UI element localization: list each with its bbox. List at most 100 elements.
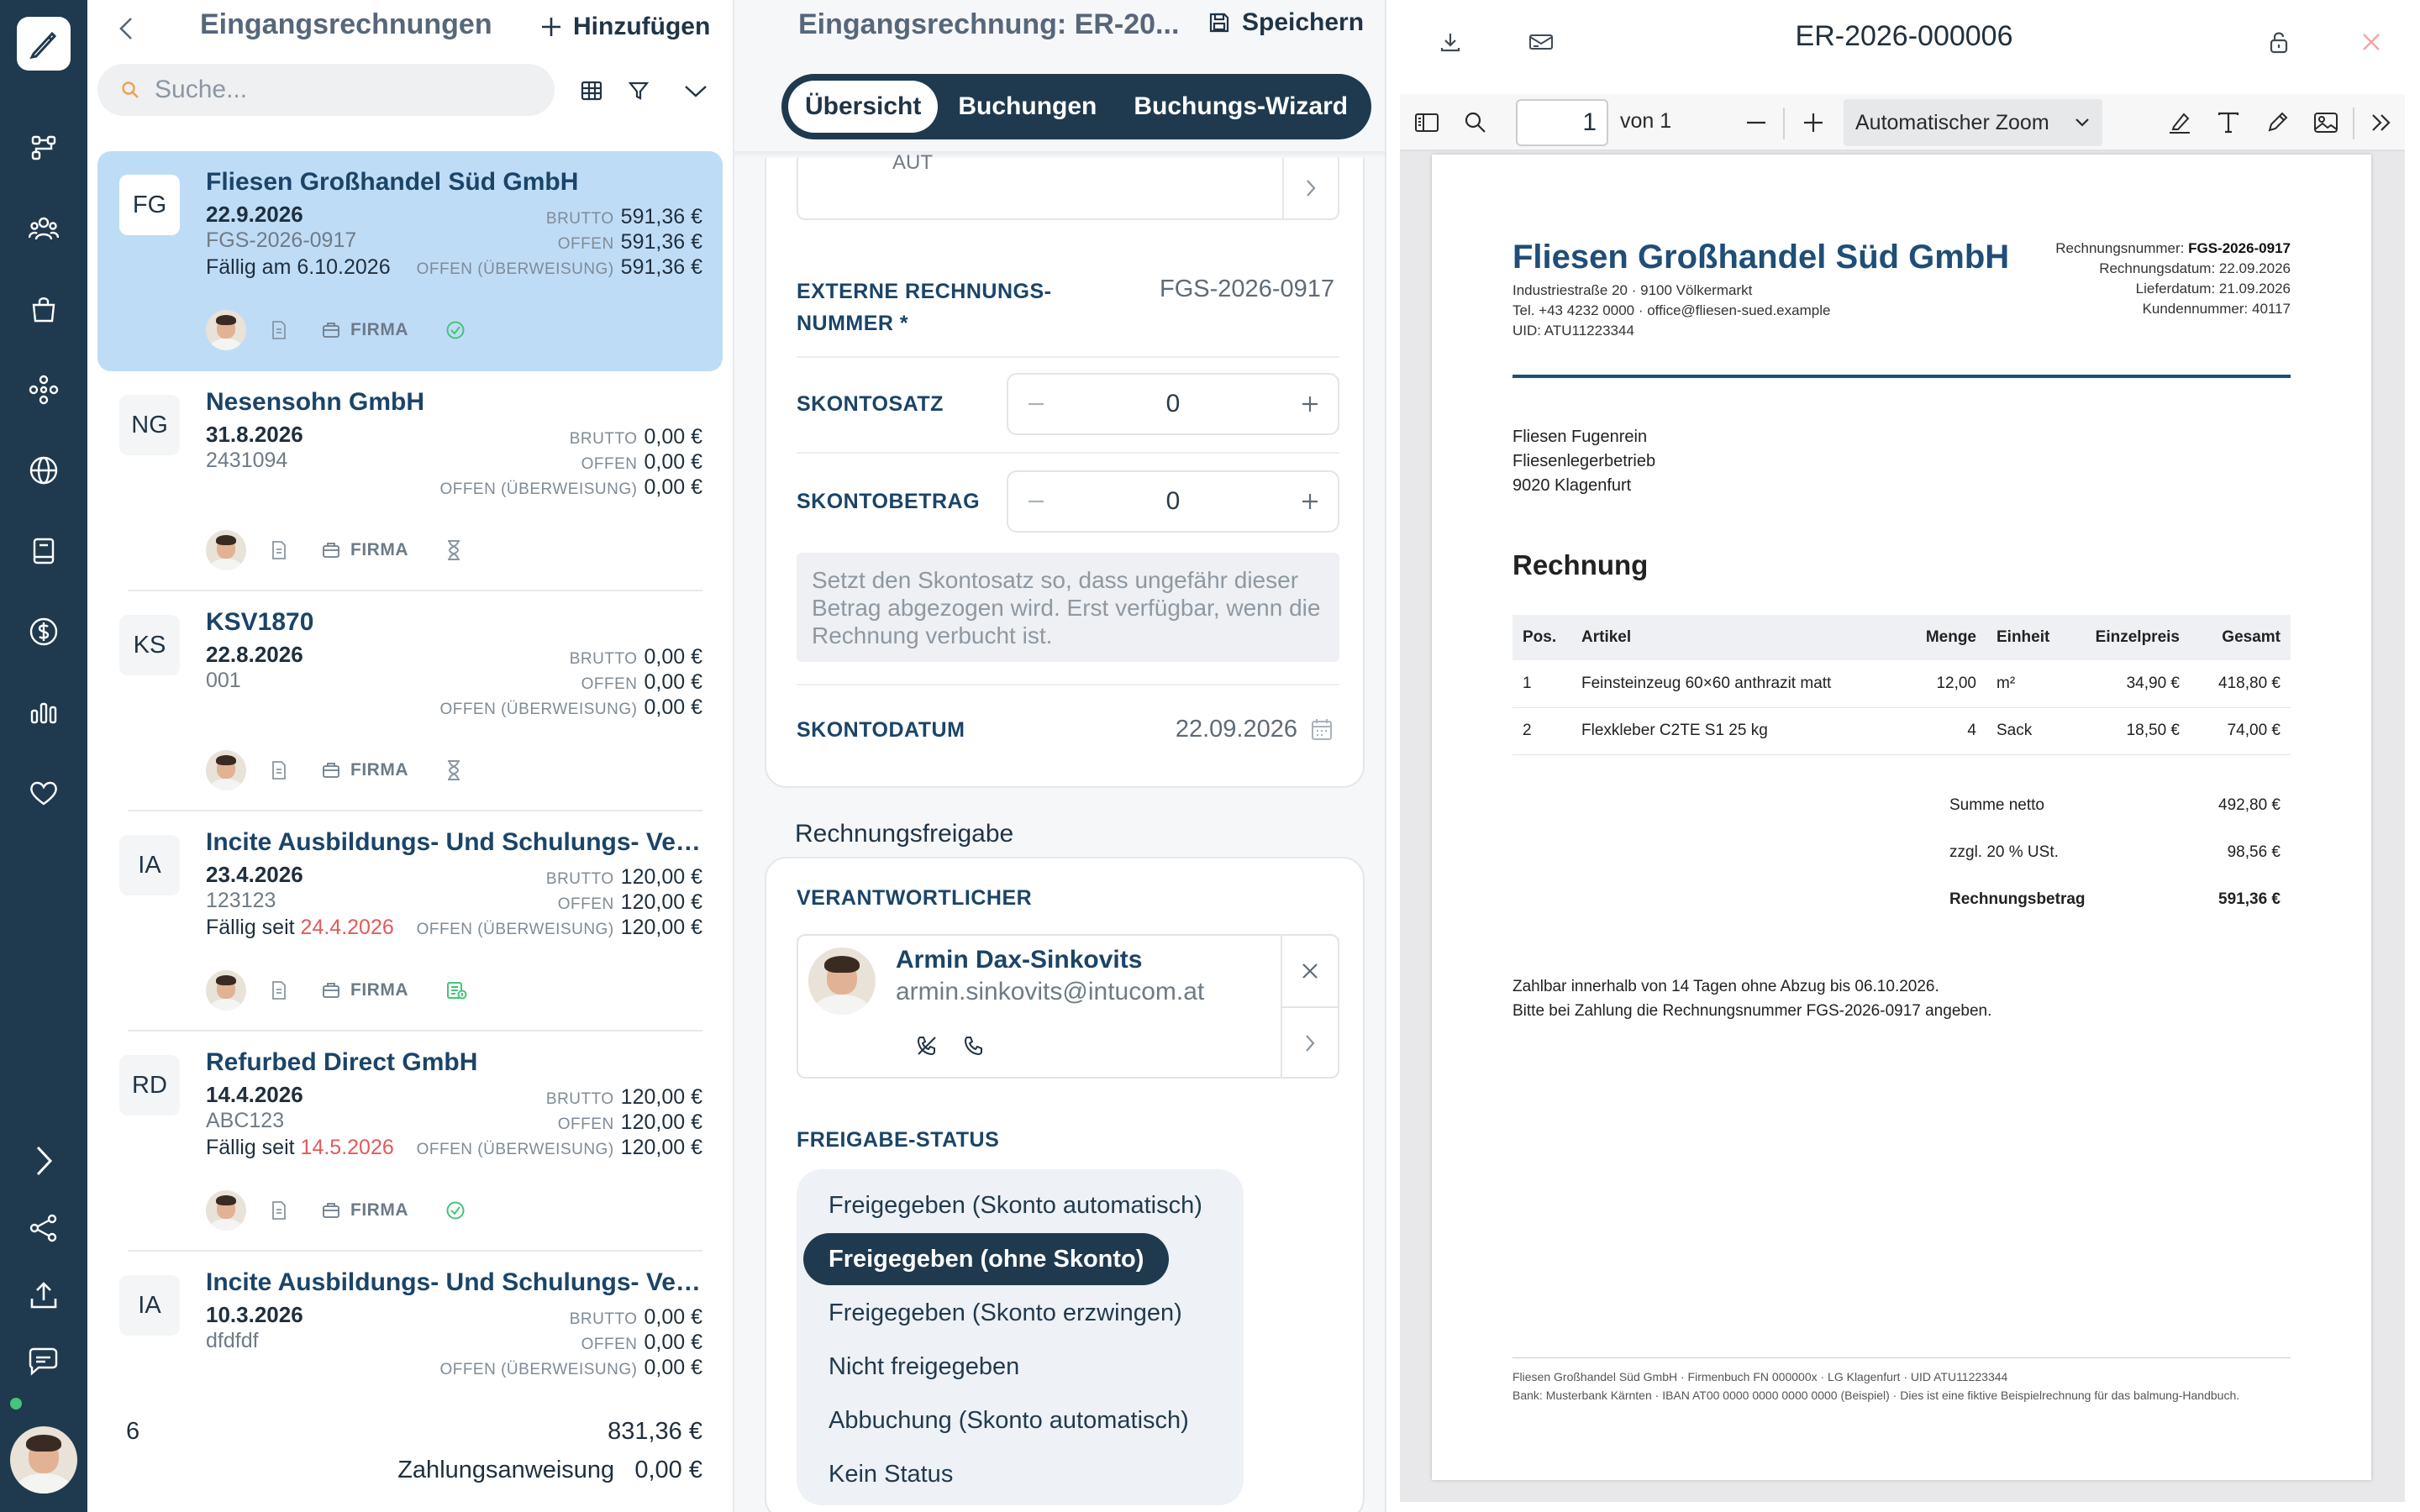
tab-uebersicht[interactable]: Übersicht (788, 81, 939, 133)
doc-line-items: Pos. Artikel Menge Einheit Einzelpreis G… (1512, 615, 2291, 755)
status-option[interactable]: Nicht freigegeben (803, 1341, 1044, 1393)
company-initials: IA (119, 1275, 180, 1336)
lock-open-icon[interactable] (2262, 25, 2296, 59)
assignee-avatar (206, 970, 246, 1011)
phone-off-icon[interactable] (916, 1035, 938, 1057)
doc-sender-address: Industriestraße 20 · 9100 Völkermarkt Te… (1512, 282, 1831, 339)
zoom-select[interactable]: Automatischer Zoom (1844, 99, 2102, 146)
user-avatar[interactable] (10, 1426, 77, 1494)
invoice-list-item[interactable]: RD Refurbed Direct GmbH 14.4.2026 ABC123 Fäl… (97, 1032, 723, 1252)
online-status-dot (8, 1396, 24, 1411)
company-initials: KS (119, 615, 180, 675)
plus-icon[interactable] (1301, 395, 1319, 413)
logo-pen-icon[interactable] (17, 17, 71, 71)
tab-buchungen[interactable]: Buchungen (941, 81, 1113, 133)
chevron-right-icon[interactable] (1282, 1008, 1338, 1079)
chevron-right-icon[interactable] (18, 1136, 69, 1186)
payment-amount: OFFEN (ÜBERWEISUNG) 0,00 € (439, 475, 702, 499)
document-icon[interactable] (271, 321, 287, 339)
skontobetrag-stepper[interactable]: 0 (1007, 470, 1339, 533)
upload-icon[interactable] (18, 1270, 69, 1320)
invoice-list-item[interactable]: FG Fliesen Großhandel Süd GmbH 22.9.2026 FG… (97, 151, 723, 371)
search-icon[interactable] (1459, 106, 1492, 139)
invoice-list-item[interactable]: NG Nesensohn GmbH 31.8.2026 2431094 BRUTTO 0,… (97, 371, 723, 591)
status-option[interactable]: Freigegeben (Skonto automatisch) (803, 1179, 1228, 1231)
minus-icon[interactable] (1027, 492, 1045, 511)
firma-tag: FIRMA (322, 540, 408, 560)
search-icon (122, 81, 139, 98)
workflow-icon[interactable] (18, 123, 69, 173)
status-option[interactable]: Kein Status (803, 1448, 978, 1500)
tab-buchungs-wizard[interactable]: Buchungs-Wizard (1117, 81, 1365, 133)
invoice-list-item[interactable]: KS KSV1870 22.8.2026 001 BRUTTO 0,00 € OFFEN 0,… (97, 591, 723, 811)
filter-icon[interactable] (622, 74, 655, 108)
skontosatz-value[interactable]: 0 (1166, 390, 1181, 418)
heart-icon[interactable] (18, 768, 69, 818)
globe-icon[interactable] (18, 445, 69, 496)
users-icon[interactable] (18, 203, 69, 254)
zoom-out-icon[interactable] (1739, 106, 1773, 139)
doc-payment-terms: Zahlbar innerhalb von 14 Tagen ohne Abzu… (1512, 978, 1992, 1020)
table-view-icon[interactable] (575, 74, 608, 108)
document-icon[interactable] (271, 761, 287, 780)
search-box[interactable] (97, 64, 555, 116)
close-icon[interactable] (1282, 936, 1338, 1008)
shopping-bag-icon[interactable] (18, 284, 69, 334)
search-input[interactable] (155, 76, 508, 104)
image-icon[interactable] (2309, 106, 2343, 139)
brutto-amount: BRUTTO 0,00 € (569, 425, 702, 449)
add-button[interactable]: Hinzufügen (539, 8, 710, 45)
chat-icon[interactable] (18, 1337, 69, 1388)
sidebar-toggle-icon[interactable] (1410, 106, 1444, 139)
text-tool-icon[interactable] (2212, 106, 2245, 139)
skontobetrag-value[interactable]: 0 (1166, 487, 1181, 516)
document-icon[interactable] (271, 541, 287, 559)
responsible-person[interactable]: Armin Dax-Sinkovits armin.sinkovits@intu… (797, 934, 1339, 1079)
offen-amount: OFFEN 591,36 € (557, 230, 702, 254)
dollar-icon[interactable] (18, 606, 69, 657)
document-icon[interactable] (271, 1201, 287, 1220)
status-option-selected[interactable]: Freigegeben (ohne Skonto) (803, 1233, 1170, 1285)
verantwortlicher-label: VERANTWORTLICHER (797, 886, 1033, 910)
list-totals: 6 831,36 € Zahlungsanweisung 0,00 € (87, 1398, 733, 1512)
invoice-ref: FGS-2026-0917 (206, 228, 357, 252)
minus-icon[interactable] (1027, 395, 1045, 413)
external-number-value[interactable]: FGS-2026-0917 (1160, 276, 1334, 303)
close-icon[interactable] (2354, 25, 2388, 59)
skontodatum-value[interactable]: 22.09.2026 (1176, 716, 1297, 743)
plus-icon[interactable] (1301, 492, 1319, 511)
save-button[interactable]: Speichern (1208, 8, 1364, 37)
chevron-down-icon[interactable] (679, 74, 713, 108)
status-option[interactable]: Abbuchung (Skonto automatisch) (803, 1394, 1214, 1446)
person-email[interactable]: armin.sinkovits@intucom.at (896, 978, 1204, 1006)
share-icon[interactable] (18, 1203, 69, 1253)
zoom-in-icon[interactable] (1797, 106, 1830, 139)
hourglass-icon (445, 539, 462, 561)
brutto-amount: BRUTTO 120,00 € (545, 1085, 702, 1109)
plus-icon (542, 18, 560, 36)
document-icon[interactable] (271, 981, 287, 1000)
pdf-toolbar: von 1 Automatischer Zoom (1400, 94, 2405, 151)
due-date: Fällig seit 24.4.2026 (206, 916, 394, 939)
status-option[interactable]: Freigegeben (Skonto erzwingen) (803, 1287, 1207, 1339)
bar-chart-icon[interactable] (18, 687, 69, 738)
phone-icon[interactable] (963, 1035, 985, 1057)
back-chevron-icon[interactable] (109, 12, 143, 45)
calendar-icon[interactable] (1311, 717, 1333, 741)
invoice-list-item[interactable]: IA Incite Ausbildungs- Und Schulungs- Ver… (97, 811, 723, 1032)
chevron-right-icon[interactable] (1282, 158, 1338, 218)
invoice-ref: ABC123 (206, 1109, 285, 1132)
book-icon[interactable] (18, 526, 69, 576)
more-tools-icon[interactable] (2365, 106, 2398, 139)
pdf-canvas[interactable]: Fliesen Großhandel Süd GmbH Industriestr… (1400, 151, 2405, 1502)
invoice-date: 22.9.2026 (206, 202, 303, 227)
invoice-ref: dfdfdf (206, 1329, 259, 1352)
page-number-input[interactable] (1516, 99, 1608, 146)
country-field[interactable]: AUT (797, 151, 1339, 220)
highlight-icon[interactable] (2163, 106, 2196, 139)
network-icon[interactable] (18, 365, 69, 415)
skontosatz-stepper[interactable]: 0 (1007, 373, 1339, 435)
draw-icon[interactable] (2260, 106, 2294, 139)
page-count: von 1 (1620, 109, 1672, 133)
check-circle-icon (445, 1200, 466, 1221)
